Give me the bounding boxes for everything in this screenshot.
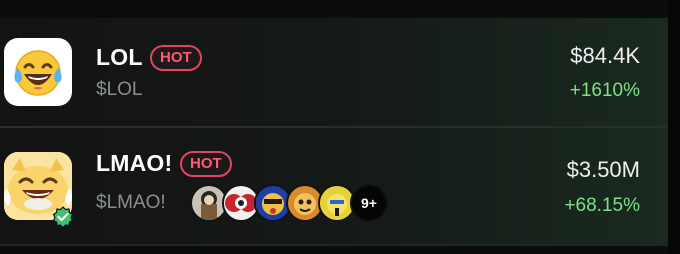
laughing-tears-emoji-icon — [4, 38, 72, 106]
holder-avatars[interactable]: 9+ — [190, 184, 400, 224]
token-ticker: $LMAO! — [96, 192, 166, 213]
price-change-percent: +68.15% — [564, 195, 640, 216]
row-divider — [0, 244, 668, 246]
token-row-lmao[interactable]: LMAO! HOT $LMAO! 9+ $3.50M +68.15% — [0, 128, 668, 244]
hot-badge: HOT — [180, 151, 232, 177]
token-ticker: $LOL — [96, 79, 143, 100]
more-holders-count[interactable]: 9+ — [350, 184, 388, 222]
token-name: LOL — [96, 44, 143, 70]
scrollbar-track[interactable] — [668, 0, 680, 254]
market-cap-value: $3.50M — [566, 157, 640, 182]
list-top-edge — [0, 0, 668, 18]
verified-check-icon — [52, 206, 74, 229]
hot-badge: HOT — [150, 45, 202, 71]
token-name: LMAO! — [96, 150, 173, 176]
token-list-page: LOL HOT $LOL $84.4K +1610% LMAO! HOT $LM… — [0, 0, 680, 254]
market-cap-value: $84.4K — [570, 43, 640, 68]
price-change-percent: +1610% — [569, 80, 640, 101]
token-row-lol[interactable]: LOL HOT $LOL $84.4K +1610% — [0, 18, 668, 126]
